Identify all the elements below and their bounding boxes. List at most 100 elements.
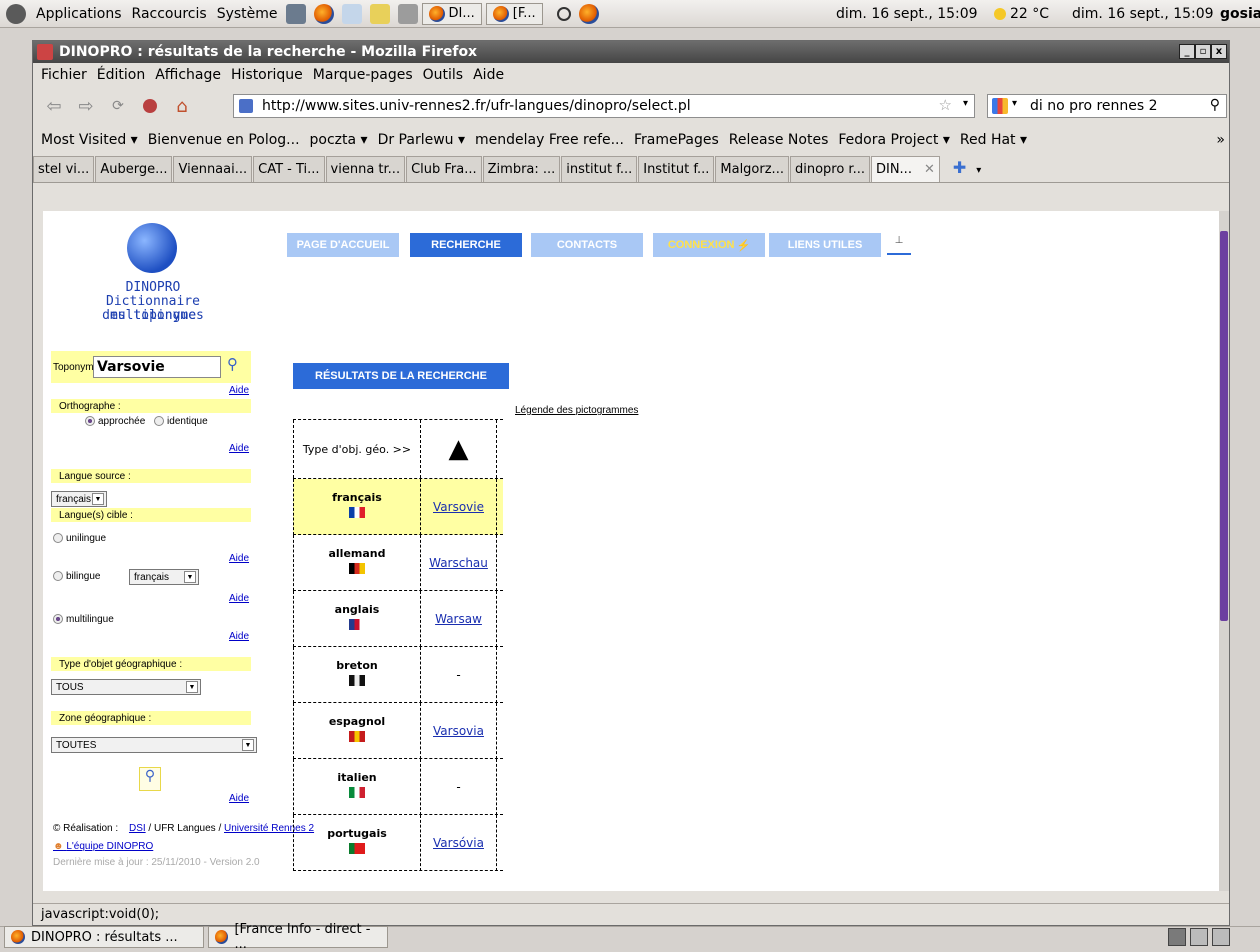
aide-link-3[interactable]: Aide — [229, 553, 249, 564]
tab-2[interactable]: Auberge... — [95, 156, 173, 182]
search-button[interactable]: ⚲ — [139, 767, 161, 791]
forward-icon[interactable]: ⇨ — [75, 95, 97, 117]
bilingue-select[interactable]: français ▼ — [129, 569, 199, 585]
langue-source-select[interactable]: français ▼ — [51, 491, 107, 507]
bookmarks-overflow-icon[interactable]: » — [1216, 132, 1225, 148]
tab-7[interactable]: Zimbra: ... — [482, 156, 561, 182]
tab-5[interactable]: vienna tr... — [325, 156, 406, 182]
bookmark-star-icon[interactable]: ☆ — [939, 96, 952, 114]
new-tab-icon[interactable]: ✚ — [953, 158, 966, 177]
maximize-button[interactable]: ▫ — [1195, 44, 1211, 59]
vertical-scrollbar[interactable] — [1219, 211, 1229, 891]
tab-10[interactable]: Malgorz... — [715, 156, 789, 182]
result-link[interactable]: Varsovia — [421, 703, 497, 759]
menu-outils[interactable]: Outils — [423, 67, 463, 83]
notes-icon[interactable] — [369, 3, 390, 24]
equipe-link[interactable]: ☻ L'équipe DINOPRO — [53, 841, 153, 852]
window-icon[interactable] — [37, 44, 53, 60]
back-icon[interactable]: ⇦ — [43, 95, 65, 117]
nav-liens-utiles[interactable]: LIENS UTILES — [769, 233, 881, 257]
google-icon[interactable] — [992, 98, 1008, 114]
radio-multilingue[interactable] — [53, 614, 63, 625]
radio-identique[interactable] — [154, 416, 165, 427]
panel-task-france-info[interactable]: [F... — [485, 2, 543, 25]
tab-4[interactable]: CAT - Ti... — [253, 156, 325, 182]
dinopro-globe-logo[interactable] — [127, 223, 177, 273]
menu-fichier[interactable]: Fichier — [41, 67, 87, 83]
legende-link[interactable]: Légende des pictogrammes — [515, 405, 638, 416]
minimize-button[interactable]: _ — [1179, 44, 1195, 59]
home-icon[interactable]: ⌂ — [171, 95, 193, 117]
toponyme-search-icon[interactable]: ⚲ — [227, 355, 238, 373]
bookmark-fedora[interactable]: Fedora Project ▾ — [838, 132, 950, 148]
bookmark-mendelay[interactable]: mendelay Free refe... — [475, 132, 624, 148]
stop-icon[interactable] — [139, 95, 161, 117]
menu-raccourcis[interactable]: Raccourcis — [132, 6, 207, 22]
type-objet-select[interactable]: TOUS ▼ — [51, 679, 201, 695]
menu-marque-pages[interactable]: Marque-pages — [313, 67, 413, 83]
result-link[interactable]: Warschau — [421, 535, 497, 591]
firefox-launcher-icon[interactable] — [313, 3, 334, 24]
user-name[interactable]: gosia — [1220, 6, 1260, 22]
workspace-3[interactable] — [1212, 928, 1230, 946]
menu-applications[interactable]: Applications — [36, 6, 122, 22]
search-field[interactable]: ▾ di no pro rennes 2 ⚲ — [987, 94, 1227, 118]
reload-icon[interactable]: ⟳ — [107, 95, 129, 117]
weather[interactable]: 22 °C — [994, 6, 1049, 22]
result-link[interactable]: Varsovie — [421, 479, 497, 535]
tab-11[interactable]: dinopro r... — [789, 156, 870, 182]
taskbar-dinopro[interactable]: DINOPRO : résultats ... — [4, 926, 204, 948]
bookmark-framepages[interactable]: FramePages — [634, 132, 719, 148]
bookmark-release-notes[interactable]: Release Notes — [729, 132, 829, 148]
aide-link-1[interactable]: Aide — [229, 385, 249, 396]
bookmark-bienvenue[interactable]: Bienvenue en Polog... — [148, 132, 300, 148]
tab-1[interactable]: stel vi... — [33, 156, 95, 182]
result-link[interactable]: Varsóvia — [421, 815, 497, 871]
radio-bilingue[interactable] — [53, 571, 63, 582]
scrollbar-thumb[interactable] — [1220, 231, 1228, 621]
bookmark-most-visited[interactable]: Most Visited ▾ — [41, 132, 138, 148]
binoculars-icon[interactable] — [556, 6, 571, 21]
calc-icon[interactable] — [397, 3, 418, 24]
radio-unilingue[interactable] — [53, 533, 63, 544]
window-titlebar[interactable]: DINOPRO : résultats de la recherche - Mo… — [33, 41, 1229, 63]
firefox-icon[interactable] — [578, 3, 599, 24]
tab-3[interactable]: Viennaai... — [173, 156, 253, 182]
menu-systeme[interactable]: Système — [217, 6, 278, 22]
workspace-2[interactable] — [1190, 928, 1208, 946]
url-dropdown-icon[interactable]: ▾ — [963, 98, 968, 109]
bookmark-red-hat[interactable]: Red Hat ▾ — [960, 132, 1027, 148]
nav-recherche[interactable]: RECHERCHE — [410, 233, 522, 257]
tab-6[interactable]: Club Fra... — [406, 156, 482, 182]
url-bar[interactable]: http://www.sites.univ-rennes2.fr/ufr-lan… — [233, 94, 975, 118]
dsi-link[interactable]: DSI — [129, 823, 146, 834]
menu-aide[interactable]: Aide — [473, 67, 504, 83]
bookmark-dr-parlewu[interactable]: Dr Parlewu ▾ — [378, 132, 465, 148]
menu-edition[interactable]: Édition — [97, 67, 145, 83]
aide-link-4[interactable]: Aide — [229, 593, 249, 604]
tab-list-icon[interactable]: ▾ — [976, 165, 981, 176]
workspace-1[interactable] — [1168, 928, 1186, 946]
menu-historique[interactable]: Historique — [231, 67, 303, 83]
sitemap-icon[interactable]: ⊥ — [887, 235, 911, 255]
mail-icon[interactable] — [341, 3, 362, 24]
panel-task-dinopro[interactable]: DI... — [421, 2, 482, 25]
aide-link-2[interactable]: Aide — [229, 443, 249, 454]
clock-2[interactable]: dim. 16 sept., 15:09 — [1072, 6, 1214, 22]
toponyme-input[interactable]: Varsovie — [93, 356, 221, 378]
nav-connexion[interactable]: CONNEXION ⚡ — [653, 233, 765, 257]
screen-icon[interactable] — [285, 3, 306, 24]
result-link[interactable]: Warsaw — [421, 591, 497, 647]
menu-affichage[interactable]: Affichage — [155, 67, 221, 83]
tab-9[interactable]: Institut f... — [638, 156, 715, 182]
tab-close-icon[interactable]: ✕ — [924, 162, 935, 177]
nav-accueil[interactable]: PAGE D'ACCUEIL — [287, 233, 399, 257]
aide-link-5[interactable]: Aide — [229, 631, 249, 642]
aide-link-6[interactable]: Aide — [229, 793, 249, 804]
close-button[interactable]: x — [1211, 44, 1227, 59]
nav-contacts[interactable]: CONTACTS — [531, 233, 643, 257]
tab-active[interactable]: DIN... ✕ — [870, 156, 940, 182]
clock-1[interactable]: dim. 16 sept., 15:09 — [836, 6, 978, 22]
gnome-foot-icon[interactable] — [6, 3, 26, 24]
bookmark-poczta[interactable]: poczta ▾ — [310, 132, 368, 148]
